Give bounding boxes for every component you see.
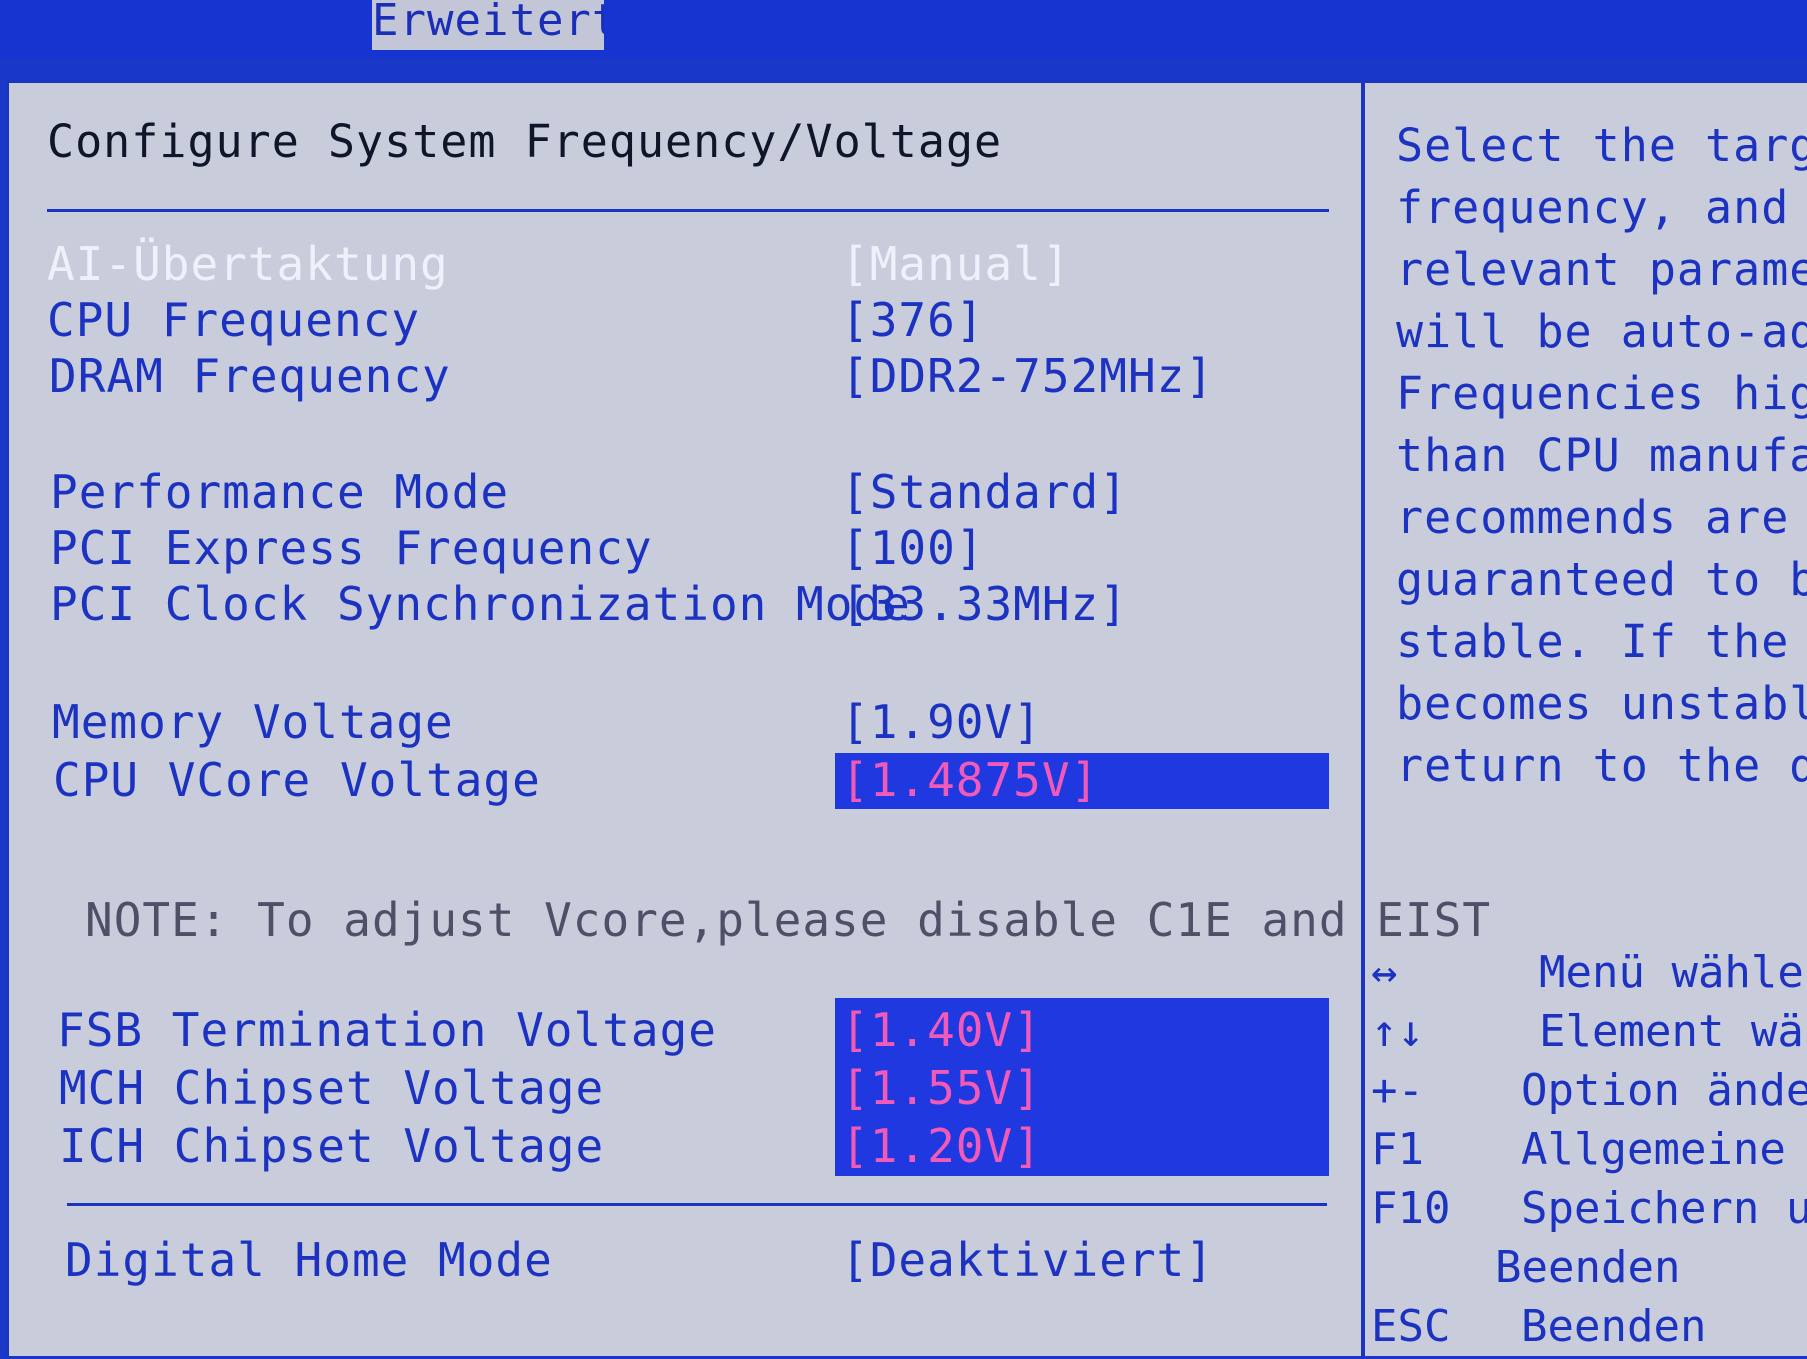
menu-bar: Erweitert: [0, 0, 1807, 58]
setting-value[interactable]: [1.55V]: [841, 1059, 1042, 1117]
setting-value[interactable]: [1.20V]: [841, 1117, 1042, 1175]
help-line: guaranteed to be: [1396, 553, 1807, 606]
help-line: will be auto-adjus: [1396, 305, 1807, 358]
setting-label: DRAM Frequency: [49, 349, 451, 403]
setting-row-dram-frequency[interactable]: DRAM Frequency [DDR2-752MHz]: [9, 347, 1349, 405]
setting-label: MCH Chipset Voltage: [59, 1061, 605, 1115]
page-title: Configure System Frequency/Voltage: [47, 115, 1003, 168]
help-line: Select the target: [1396, 119, 1807, 172]
setting-value[interactable]: [Manual]: [841, 235, 1071, 293]
key-label: F10: [1371, 1183, 1451, 1234]
help-line: than CPU manufactu: [1396, 429, 1807, 482]
setting-row-ich-chipset-voltage[interactable]: ICH Chipset Voltage [1.20V]: [9, 1117, 1349, 1175]
setting-value[interactable]: [100]: [841, 519, 984, 577]
help-divider: [1361, 83, 1365, 1359]
setting-value[interactable]: [1.90V]: [841, 693, 1042, 751]
setting-label: CPU VCore Voltage: [53, 753, 541, 807]
key-description: Option ändern: [1521, 1065, 1807, 1116]
help-line: frequency, and the: [1396, 181, 1807, 234]
plus-minus-icon: +-: [1371, 1065, 1424, 1116]
key-label: ESC: [1371, 1301, 1451, 1352]
up-down-arrows-icon: ↑↓: [1371, 1006, 1424, 1057]
setting-label: FSB Termination Voltage: [57, 1003, 717, 1057]
key-description: Beenden: [1495, 1242, 1681, 1293]
setting-row-cpu-frequency[interactable]: CPU Frequency [376]: [9, 291, 1349, 349]
setting-value[interactable]: [DDR2-752MHz]: [841, 347, 1214, 405]
help-line: becomes unstable,: [1396, 677, 1807, 730]
title-divider: [47, 209, 1329, 212]
key-label: F1: [1371, 1124, 1424, 1175]
help-line: stable. If the sys: [1396, 615, 1807, 668]
setting-label: CPU Frequency: [47, 293, 421, 347]
key-row-save: F10 Speichern und: [1371, 1179, 1807, 1238]
key-legend: ↔ Menü wählen ↑↓ Element wähl +- Option …: [1371, 943, 1807, 1356]
bios-panel: Configure System Frequency/Voltage AI-Üb…: [6, 80, 1807, 1359]
key-row-help: F1 Allgemeine Hi: [1371, 1120, 1807, 1179]
setting-row-cpu-vcore-voltage[interactable]: CPU VCore Voltage [1.4875V]: [9, 751, 1349, 809]
help-line: return to the defa: [1396, 739, 1807, 792]
setting-value[interactable]: [1.4875V]: [841, 751, 1099, 809]
vcore-note: NOTE: To adjust Vcore,please disable C1E…: [85, 893, 1492, 947]
left-right-arrows-icon: ↔: [1371, 947, 1398, 998]
setting-row-pci-clock-sync-mode[interactable]: PCI Clock Synchronization Mode [33.33MHz…: [9, 575, 1349, 633]
key-row-option: +- Option ändern: [1371, 1061, 1807, 1120]
help-line: Frequencies higher: [1396, 367, 1807, 420]
setting-label: Digital Home Mode: [65, 1233, 553, 1287]
setting-label: PCI Express Frequency: [50, 521, 653, 575]
setting-row-memory-voltage[interactable]: Memory Voltage [1.90V]: [9, 693, 1349, 751]
setting-label: Memory Voltage: [52, 695, 454, 749]
key-description: Allgemeine Hi: [1521, 1124, 1807, 1175]
setting-row-performance-mode[interactable]: Performance Mode [Standard]: [9, 463, 1349, 521]
key-description: Element wähl: [1539, 1006, 1807, 1057]
setting-label: ICH Chipset Voltage: [59, 1119, 605, 1173]
setting-row-digital-home-mode[interactable]: Digital Home Mode [Deaktiviert]: [9, 1231, 1349, 1289]
help-line: relevant parameter: [1396, 243, 1807, 296]
setting-value[interactable]: [33.33MHz]: [841, 575, 1128, 633]
key-row-save-cont: Beenden: [1371, 1238, 1807, 1297]
setting-label: AI-Übertaktung: [47, 237, 449, 291]
key-description: Menü wählen: [1539, 947, 1807, 998]
help-line: recommends are not: [1396, 491, 1807, 544]
setting-value[interactable]: [1.40V]: [841, 1001, 1042, 1059]
setting-value[interactable]: [Standard]: [841, 463, 1128, 521]
setting-row-mch-chipset-voltage[interactable]: MCH Chipset Voltage [1.55V]: [9, 1059, 1349, 1117]
setting-row-fsb-termination-voltage[interactable]: FSB Termination Voltage [1.40V]: [9, 1001, 1349, 1059]
bottom-divider: [67, 1203, 1327, 1206]
setting-label: Performance Mode: [50, 465, 510, 519]
setting-value[interactable]: [376]: [841, 291, 984, 349]
tab-erweitert[interactable]: Erweitert: [372, 0, 604, 50]
help-panel: Select the target frequency, and the rel…: [1396, 115, 1807, 797]
setting-label: PCI Clock Synchronization Mode: [50, 577, 911, 631]
key-row-menu: ↔ Menü wählen: [1371, 943, 1807, 1002]
key-row-exit: ESC Beenden: [1371, 1297, 1807, 1356]
setting-value[interactable]: [Deaktiviert]: [841, 1231, 1214, 1289]
key-description: Speichern und: [1521, 1183, 1807, 1234]
key-description: Beenden: [1521, 1301, 1707, 1352]
setting-row-ai-overclocking[interactable]: AI-Übertaktung [Manual]: [9, 235, 1349, 293]
setting-row-pci-express-frequency[interactable]: PCI Express Frequency [100]: [9, 519, 1349, 577]
key-row-element: ↑↓ Element wähl: [1371, 1002, 1807, 1061]
